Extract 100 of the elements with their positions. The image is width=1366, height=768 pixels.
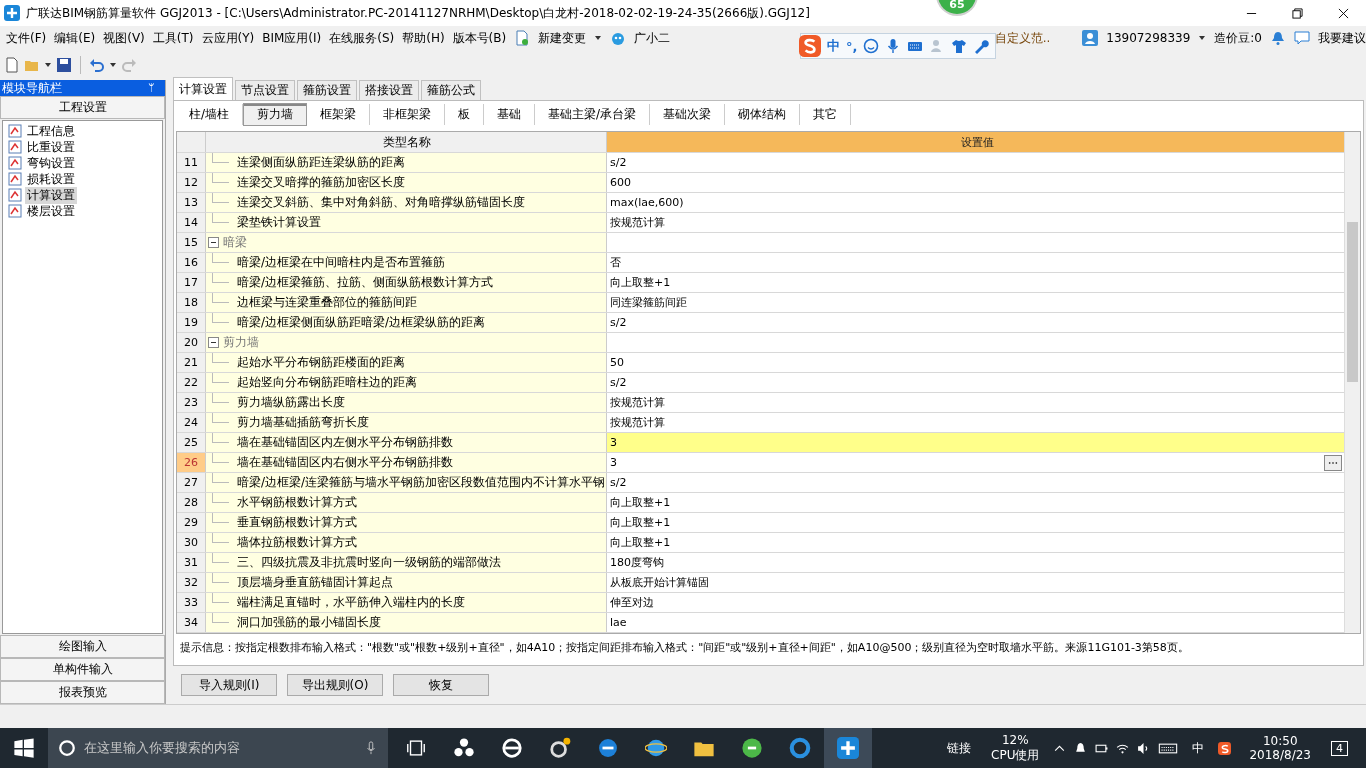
- row-number[interactable]: 28: [177, 493, 206, 512]
- category-tab[interactable]: 板: [445, 103, 485, 125]
- mascot-icon[interactable]: [610, 30, 627, 46]
- menu-item[interactable]: 在线服务(S): [329, 29, 395, 47]
- row-number[interactable]: 20: [177, 333, 206, 352]
- wrench-icon[interactable]: [973, 38, 990, 54]
- setting-value[interactable]: 50: [610, 356, 1344, 369]
- setting-value[interactable]: s/2: [610, 316, 1344, 329]
- setting-value[interactable]: 向上取整+1: [610, 535, 1344, 550]
- menu-item[interactable]: 云应用(Y): [201, 29, 255, 47]
- setting-value[interactable]: 否: [610, 255, 1344, 270]
- active-app-button[interactable]: [824, 728, 872, 768]
- row-number[interactable]: 19: [177, 313, 206, 332]
- category-tab[interactable]: 砌体结构: [725, 103, 801, 125]
- category-tab[interactable]: 剪力墙: [243, 102, 308, 126]
- caret-icon[interactable]: [109, 61, 117, 69]
- row-number[interactable]: 13: [177, 193, 206, 212]
- circle-app-icon[interactable]: [741, 737, 763, 759]
- row-number[interactable]: 18: [177, 293, 206, 312]
- document-icon[interactable]: [514, 30, 531, 46]
- search-field[interactable]: 在这里输入你要搜索的内容: [48, 728, 388, 768]
- row-number[interactable]: 33: [177, 593, 206, 612]
- row-number[interactable]: 27: [177, 473, 206, 492]
- category-tab[interactable]: 基础: [484, 103, 536, 125]
- row-number[interactable]: 14: [177, 213, 206, 232]
- setting-value[interactable]: 从板底开始计算锚固: [610, 575, 1344, 590]
- nav-item[interactable]: 损耗设置: [25, 170, 77, 188]
- input-method[interactable]: 中: [1192, 739, 1205, 757]
- setting-value[interactable]: 3: [610, 456, 1324, 469]
- setting-value[interactable]: 向上取整+1: [610, 275, 1344, 290]
- ime-punctuation[interactable]: °,: [846, 38, 858, 54]
- settings-tab[interactable]: 搭接设置: [359, 80, 419, 100]
- module-button[interactable]: 报表预览: [0, 681, 165, 704]
- action-button[interactable]: 导入规则(I): [181, 674, 277, 696]
- notification-button[interactable]: 4: [1331, 740, 1348, 756]
- menu-item[interactable]: 视图(V): [103, 29, 145, 47]
- menu-item[interactable]: 新建变更: [538, 29, 587, 47]
- user-icon[interactable]: [1082, 30, 1099, 46]
- row-number[interactable]: 31: [177, 553, 206, 572]
- category-tab[interactable]: 框架梁: [307, 103, 371, 125]
- microphone-icon[interactable]: [364, 740, 378, 756]
- settings-tab[interactable]: 箍筋公式: [421, 80, 481, 100]
- row-number[interactable]: 12: [177, 173, 206, 192]
- caret-icon[interactable]: [594, 34, 603, 42]
- setting-value[interactable]: 180度弯钩: [610, 555, 1344, 570]
- clock-time[interactable]: 10:50: [1262, 734, 1298, 748]
- row-number[interactable]: 32: [177, 573, 206, 592]
- menu-item[interactable]: 版本号(B): [452, 29, 507, 47]
- setting-value[interactable]: max(lae,600): [610, 196, 1344, 209]
- row-number[interactable]: 16: [177, 253, 206, 272]
- restore-icon[interactable]: [1291, 7, 1303, 19]
- row-number[interactable]: 29: [177, 513, 206, 532]
- nav-item[interactable]: 比重设置: [25, 138, 77, 156]
- row-number[interactable]: 26: [177, 453, 206, 472]
- row-number[interactable]: 15: [177, 233, 206, 252]
- ellipsis-button[interactable]: [1324, 454, 1342, 471]
- settings-tab[interactable]: 计算设置: [173, 77, 233, 100]
- fan-icon[interactable]: [453, 737, 475, 759]
- ime-mode[interactable]: 中: [827, 37, 840, 55]
- menu-item[interactable]: 广小二: [634, 29, 671, 47]
- row-number[interactable]: 11: [177, 153, 206, 172]
- menu-item[interactable]: 文件(F): [6, 29, 47, 47]
- shirt-icon[interactable]: [951, 38, 968, 54]
- category-tab[interactable]: 基础主梁/承台梁: [535, 103, 651, 125]
- row-number[interactable]: 17: [177, 273, 206, 292]
- category-tab[interactable]: 基础次梁: [650, 103, 726, 125]
- account-phone[interactable]: 13907298339: [1106, 31, 1191, 45]
- scrollbar[interactable]: [1344, 132, 1360, 633]
- row-number[interactable]: 34: [177, 613, 206, 632]
- settings-tab[interactable]: 节点设置: [235, 80, 295, 100]
- close-icon[interactable]: [1337, 7, 1349, 19]
- setting-value[interactable]: 同连梁箍筋间距: [610, 295, 1344, 310]
- row-number[interactable]: 21: [177, 353, 206, 372]
- cortana-icon[interactable]: [58, 739, 76, 757]
- collapse-toggle[interactable]: [208, 337, 219, 348]
- menu-item[interactable]: 编辑(E): [54, 29, 96, 47]
- module-button[interactable]: 单构件输入: [0, 658, 165, 681]
- new-file-icon[interactable]: [4, 57, 20, 73]
- settings-tab[interactable]: 箍筋设置: [297, 80, 357, 100]
- smiley-icon[interactable]: [863, 38, 880, 54]
- setting-value[interactable]: 600: [610, 176, 1344, 189]
- action-button[interactable]: 导出规则(O): [287, 674, 383, 696]
- setting-value[interactable]: 按规范计算: [610, 215, 1344, 230]
- app-logo-icon[interactable]: [837, 737, 859, 759]
- collapse-toggle[interactable]: [208, 237, 219, 248]
- caret-icon[interactable]: [1198, 34, 1207, 42]
- caret-icon[interactable]: [44, 61, 52, 69]
- setting-value[interactable]: 按规范计算: [610, 415, 1344, 430]
- sogou-logo-icon[interactable]: [1218, 741, 1232, 755]
- menu-item[interactable]: BIM应用(I): [262, 29, 322, 47]
- clock-date[interactable]: 2018/8/23: [1249, 748, 1311, 762]
- setting-value[interactable]: s/2: [610, 476, 1344, 489]
- action-button[interactable]: 恢复: [393, 674, 489, 696]
- row-number[interactable]: 22: [177, 373, 206, 392]
- column-header[interactable]: 类型名称: [206, 132, 607, 152]
- category-tab[interactable]: 非框架梁: [370, 103, 446, 125]
- save-icon[interactable]: [56, 57, 72, 73]
- setting-value[interactable]: 向上取整+1: [610, 515, 1344, 530]
- category-tab[interactable]: 其它: [800, 103, 852, 125]
- ellipsis-icon[interactable]: [1328, 460, 1338, 465]
